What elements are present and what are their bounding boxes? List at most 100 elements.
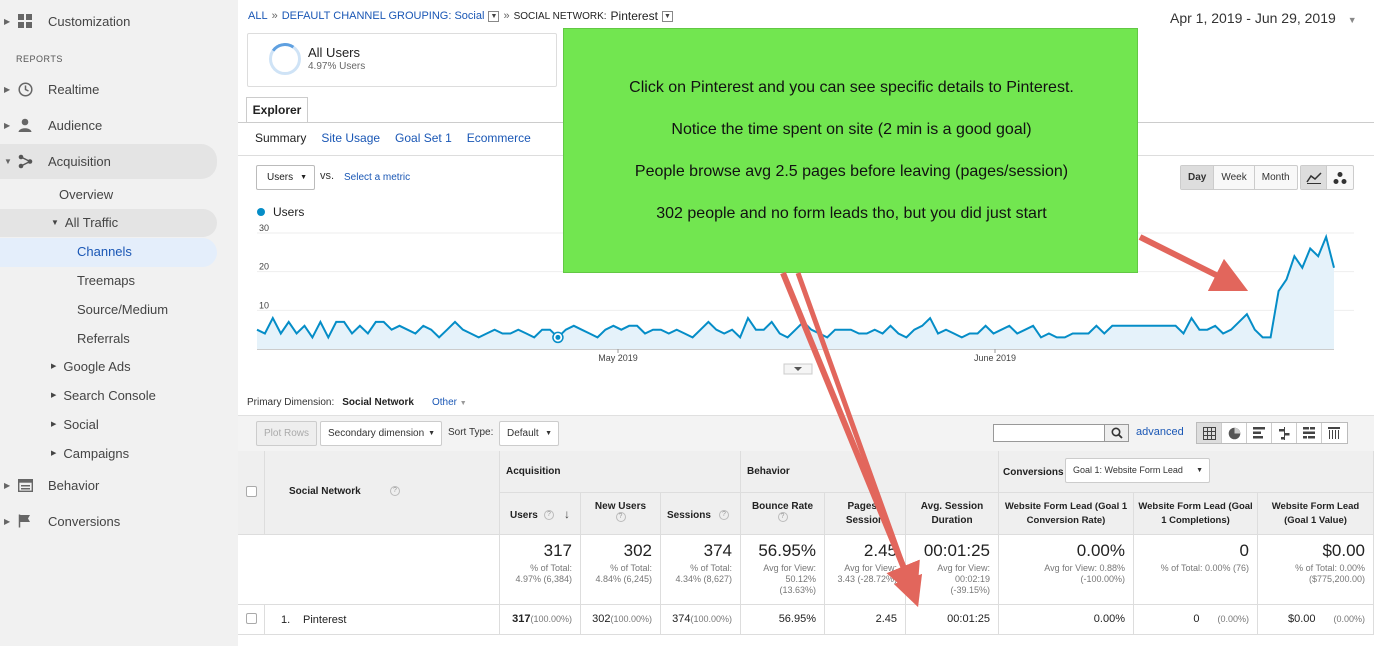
goal-select[interactable]: Goal 1: Website Form Lead ▼ — [1065, 458, 1210, 483]
sidebar-item-behavior[interactable]: ▶ Behavior — [0, 470, 238, 500]
sort-descending-icon[interactable]: ↓ — [564, 507, 570, 521]
breadcrumb-separator: » — [503, 10, 510, 22]
week-button[interactable]: Week — [1214, 166, 1255, 189]
help-icon[interactable]: ? — [615, 512, 626, 523]
totals-label-cell — [238, 535, 500, 605]
row-index: 1. — [281, 614, 291, 626]
sidebar-item-acquisition[interactable]: ▼ Acquisition — [0, 146, 238, 176]
metric-select[interactable]: Users ▼ — [256, 165, 315, 190]
select-all-checkbox[interactable] — [246, 486, 257, 497]
pivot-view-icon[interactable] — [1322, 423, 1347, 443]
breadcrumb-network-label: SOCIAL NETWORK: — [513, 10, 607, 22]
sort-type-label: Sort Type: — [448, 427, 494, 438]
col-goal1-completions[interactable]: Website Form Lead (Goal 1 Completions) — [1134, 493, 1258, 535]
sidebar-item-search-console[interactable]: ▶ Search Console — [51, 381, 156, 409]
segment-card[interactable]: All Users 4.97% Users — [247, 33, 557, 87]
select-metric-link[interactable]: Select a metric — [344, 172, 410, 183]
total-avg-duration-value: 00:01:25 — [923, 541, 990, 560]
chart-legend: Users — [257, 205, 304, 219]
day-button[interactable]: Day — [1181, 166, 1215, 189]
row-avg-duration-value: 00:01:25 — [947, 613, 990, 625]
clock-icon — [17, 81, 33, 97]
col-pages-session[interactable]: Pages / Session — [825, 493, 906, 535]
primary-dimension-bar: Primary Dimension: Social Network Other … — [247, 397, 467, 408]
total-avg-duration: 00:01:25 Avg for View: 00:02:19 (-39.15%) — [906, 535, 999, 605]
row-checkbox[interactable] — [246, 613, 257, 624]
breadcrumb-separator: » — [271, 10, 278, 22]
secondary-dimension-select[interactable]: Secondary dimension ▼ — [320, 421, 442, 446]
col-goal1-value[interactable]: Website Form Lead (Goal 1 Value) — [1258, 493, 1374, 535]
motion-chart-icon[interactable] — [1327, 166, 1353, 189]
breadcrumb: ALL » DEFAULT CHANNEL GROUPING: Social ▼… — [248, 9, 673, 23]
col-pages-session-label: Pages / Session — [845, 501, 885, 526]
table-view-icon[interactable] — [1197, 423, 1222, 443]
col-sessions[interactable]: Sessions ? — [661, 493, 741, 535]
subtab-goal-set[interactable]: Goal Set 1 — [395, 131, 452, 145]
breadcrumb-grouping[interactable]: DEFAULT CHANNEL GROUPING: Social — [282, 10, 485, 22]
row-value: $0.00 (0.00%) — [1258, 605, 1374, 635]
subtab-summary[interactable]: Summary — [255, 131, 306, 145]
sidebar-item-customization[interactable]: ▶ Customization — [0, 6, 238, 36]
col-users[interactable]: Users ? ↓ — [500, 493, 581, 535]
header-social-network[interactable]: Social Network ? — [265, 451, 500, 535]
legend-dot — [257, 208, 265, 216]
total-value: $0.00 % of Total: 0.00% ($775,200.00) — [1258, 535, 1374, 605]
dashboard-grid-icon — [17, 13, 33, 29]
row-pinterest-link[interactable]: Pinterest — [303, 614, 346, 626]
primary-dimension-current[interactable]: Social Network — [342, 397, 414, 408]
comparison-view-icon[interactable] — [1272, 423, 1297, 443]
sidebar-item-channels[interactable]: Channels — [77, 237, 132, 265]
sort-type-select[interactable]: Default ▼ — [499, 421, 559, 446]
sidebar-item-treemaps[interactable]: Treemaps — [77, 266, 135, 294]
y-tick-label: 10 — [259, 300, 269, 310]
help-icon[interactable]: ? — [777, 512, 788, 523]
sidebar-item-realtime[interactable]: ▶ Realtime — [0, 74, 238, 104]
table-search-input[interactable] — [993, 424, 1105, 442]
date-range-picker[interactable]: Apr 1, 2019 - Jun 29, 2019 ▼ — [1170, 10, 1357, 26]
line-chart-icon[interactable] — [1301, 166, 1327, 189]
sidebar-item-referrals[interactable]: Referrals — [77, 324, 130, 352]
help-icon[interactable]: ? — [390, 486, 400, 496]
term-cloud-view-icon[interactable] — [1297, 423, 1322, 443]
sidebar-item-all-traffic[interactable]: ▼ All Traffic — [51, 208, 118, 236]
tab-explorer[interactable]: Explorer — [246, 97, 308, 123]
row-avg-duration-cell: 00:01:25 — [947, 613, 990, 625]
help-icon[interactable]: ? — [544, 510, 554, 520]
sidebar-item-google-ads[interactable]: ▶ Google Ads — [51, 352, 131, 380]
sidebar-item-campaigns[interactable]: ▶ Campaigns — [51, 439, 129, 467]
row-value-value: $0.00 — [1287, 613, 1316, 625]
sidebar-item-audience[interactable]: ▶ Audience — [0, 110, 238, 140]
col-avg-session-duration[interactable]: Avg. Session Duration — [906, 493, 999, 535]
annotation-line-4: 302 people and no form leads tho, but yo… — [656, 205, 1047, 222]
sidebar-item-overview[interactable]: Overview — [59, 180, 113, 208]
search-icon[interactable] — [1104, 424, 1129, 442]
chevron-down-icon: ▼ — [1196, 467, 1203, 474]
month-button[interactable]: Month — [1255, 166, 1297, 189]
subtab-site-usage[interactable]: Site Usage — [321, 131, 380, 145]
sidebar-item-source-medium[interactable]: Source/Medium — [77, 295, 168, 323]
total-completions: 0 % of Total: 0.00% (76) — [1134, 535, 1258, 605]
col-users-label: Users — [510, 510, 538, 521]
total-conv-rate-note: Avg for View: 0.88% (-100.00%) — [1044, 563, 1125, 584]
sidebar-item-social[interactable]: ▶ Social — [51, 410, 99, 438]
col-new-users[interactable]: New Users ? — [581, 493, 661, 535]
col-bounce-rate[interactable]: Bounce Rate ? — [741, 493, 825, 535]
advanced-filter-link[interactable]: advanced — [1136, 426, 1184, 438]
primary-dimension-other[interactable]: Other ▼ — [432, 397, 467, 408]
pie-view-icon[interactable] — [1222, 423, 1247, 443]
help-icon[interactable]: ? — [719, 510, 729, 520]
breadcrumb-all[interactable]: ALL — [248, 10, 268, 22]
annotation-callout: Click on Pinterest and you can see speci… — [563, 28, 1138, 273]
sidebar-item-conversions[interactable]: ▶ Conversions — [0, 506, 238, 536]
dropdown-toggle-icon[interactable]: ▼ — [661, 10, 673, 22]
subtab-ecommerce[interactable]: Ecommerce — [467, 131, 531, 145]
total-new-users-note: % of Total: 4.84% (6,245) — [595, 563, 652, 584]
date-range-text: Apr 1, 2019 - Jun 29, 2019 — [1170, 10, 1336, 26]
annotation-line-3: People browse avg 2.5 pages before leavi… — [634, 163, 1069, 180]
col-goal1-conversion-rate[interactable]: Website Form Lead (Goal 1 Conversion Rat… — [999, 493, 1134, 535]
plot-rows-button[interactable]: Plot Rows — [256, 421, 318, 446]
acquisition-icon — [17, 153, 33, 169]
bar-view-icon[interactable] — [1247, 423, 1272, 443]
dropdown-toggle-icon[interactable]: ▼ — [488, 10, 500, 22]
col-new-users-label: New Users — [594, 501, 647, 512]
